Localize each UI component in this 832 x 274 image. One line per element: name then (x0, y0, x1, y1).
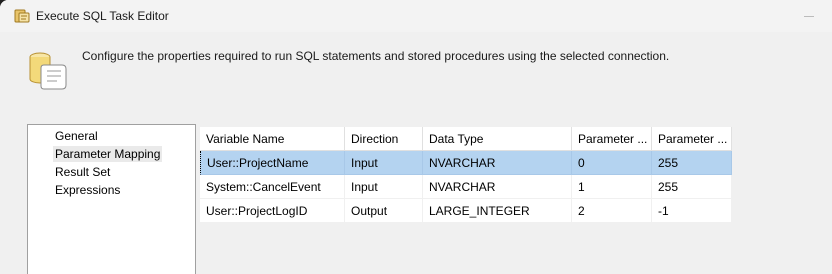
column-header-parameter-name[interactable]: Parameter ... (572, 127, 652, 151)
header-banner (0, 32, 832, 116)
nav-item-expressions[interactable]: Expressions (53, 182, 122, 198)
sql-task-icon (29, 52, 67, 90)
cell-variable-name[interactable]: User::ProjectLogID (200, 199, 345, 223)
nav-item-parameter-mapping[interactable]: Parameter Mapping (53, 146, 163, 162)
cell-parameter-size[interactable]: 255 (652, 151, 732, 175)
cell-variable-name[interactable]: User::ProjectName (200, 151, 345, 175)
column-header-variable-name[interactable]: Variable Name (200, 127, 345, 151)
title-bar: Execute SQL Task Editor (0, 0, 832, 32)
cell-data-type[interactable]: NVARCHAR (423, 151, 572, 175)
cell-parameter-name[interactable]: 0 (572, 151, 652, 175)
cell-data-type[interactable]: NVARCHAR (423, 175, 572, 199)
dialog-window: Execute SQL Task Editor Configure the pr… (0, 0, 832, 274)
cell-variable-name[interactable]: System::CancelEvent (200, 175, 345, 199)
header-description: Configure the properties required to run… (82, 49, 670, 63)
cell-parameter-size[interactable]: 255 (652, 175, 732, 199)
ssis-task-icon (14, 9, 30, 23)
column-header-direction[interactable]: Direction (345, 127, 423, 151)
page-navigation-list: General Parameter Mapping Result Set Exp… (27, 124, 196, 274)
cell-data-type[interactable]: LARGE_INTEGER (423, 199, 572, 223)
nav-item-general[interactable]: General (53, 128, 100, 144)
minimize-button[interactable] (786, 0, 832, 32)
cell-direction[interactable]: Input (345, 175, 423, 199)
nav-item-result-set[interactable]: Result Set (53, 164, 112, 180)
cell-parameter-name[interactable]: 1 (572, 175, 652, 199)
cell-direction[interactable]: Input (345, 151, 423, 175)
column-header-data-type[interactable]: Data Type (423, 127, 572, 151)
cell-parameter-size[interactable]: -1 (652, 199, 732, 223)
column-header-parameter-size[interactable]: Parameter ... (652, 127, 732, 151)
cell-direction[interactable]: Output (345, 199, 423, 223)
cell-parameter-name[interactable]: 2 (572, 199, 652, 223)
window-title: Execute SQL Task Editor (36, 9, 169, 23)
